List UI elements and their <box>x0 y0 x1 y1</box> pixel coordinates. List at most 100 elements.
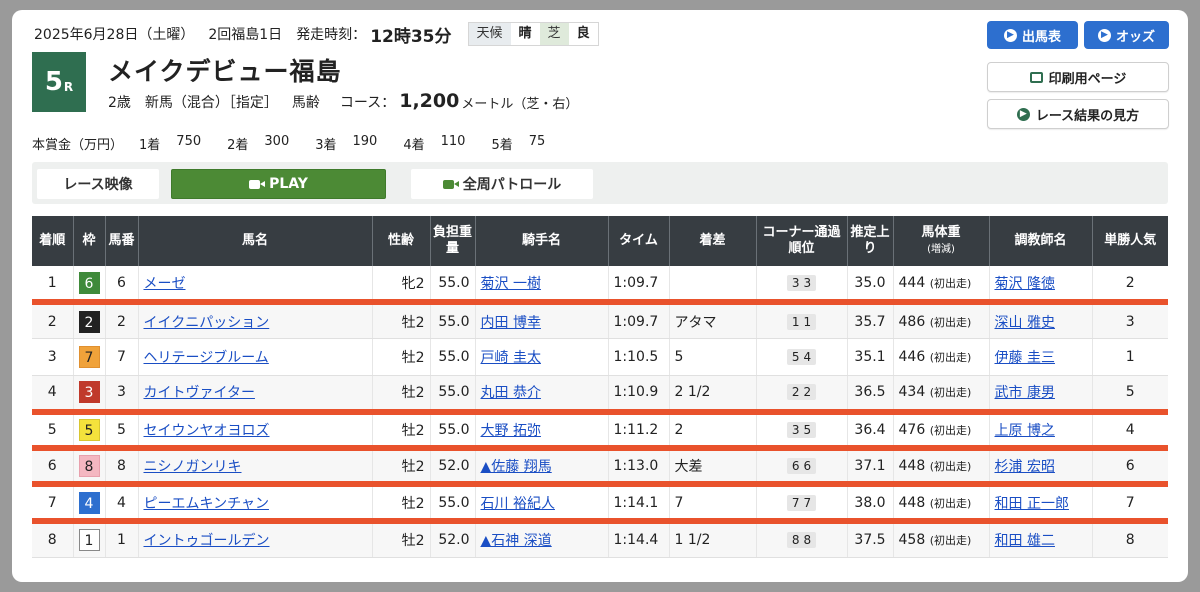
trainer-link[interactable]: 伊藤 圭三 <box>995 350 1055 366</box>
horse-name-link[interactable]: メーゼ <box>144 276 186 292</box>
corner-positions: 11 <box>786 313 817 330</box>
jockey-link[interactable]: 菊沢 一樹 <box>481 276 541 292</box>
body-weight: 446 <box>898 348 926 365</box>
play-label: PLAY <box>269 176 308 192</box>
waku-cell: 7 <box>73 338 106 376</box>
popularity: 1 <box>1092 338 1168 376</box>
weight-carried: 55.0 <box>430 484 476 524</box>
weight-carried: 52.0 <box>430 520 476 558</box>
play-button[interactable]: PLAY <box>171 169 386 199</box>
horse-name-link[interactable]: ピーエムキンチャン <box>144 496 269 512</box>
col-last3f: 推定上り <box>847 216 894 266</box>
col-jockey: 騎手名 <box>475 216 609 266</box>
jockey-cell: 大野 拓弥 <box>475 411 609 451</box>
col-horse-name: 馬名 <box>138 216 373 266</box>
sex-age: 牝2 <box>372 266 431 306</box>
rank: 1 <box>32 266 74 306</box>
body-weight-cell: 448 (初出走) <box>893 447 990 488</box>
patrol-video-button[interactable]: 全周パトロール <box>411 169 593 199</box>
body-weight-note: (初出走) <box>929 315 972 329</box>
horse-name-cell: メーゼ <box>138 266 373 306</box>
jockey-link[interactable]: 石川 裕紀人 <box>481 496 555 512</box>
result-guide-button[interactable]: ▶ レース結果の見方 <box>987 99 1169 129</box>
table-row: 4 3 3 カイトヴァイター 牡2 55.0 丸田 恭介 1:10.9 2 1/2 2 2 36.5 4… <box>32 375 1168 415</box>
horse-name-link[interactable]: ヘリテージブルーム <box>144 350 269 366</box>
race-age: 2歳 <box>108 95 131 111</box>
trainer-link[interactable]: 和田 雄二 <box>995 533 1055 549</box>
horse-name-cell: ピーエムキンチャン <box>138 484 373 524</box>
corner-pos-1: 1 <box>791 314 800 329</box>
jockey-link[interactable]: ▲石神 深道 <box>481 533 552 549</box>
odds-button-label: オッズ <box>1115 29 1155 45</box>
waku-cell: 6 <box>73 266 106 306</box>
trainer-link[interactable]: 深山 雅史 <box>995 315 1055 331</box>
table-row: 2 2 2 イイクニパッション 牡2 55.0 内田 博幸 1:09.7 アタマ 1 1 35.7 48… <box>32 302 1168 340</box>
horse-name-link[interactable]: イントゥゴールデン <box>144 533 270 549</box>
trainer-link[interactable]: 上原 博之 <box>995 423 1055 439</box>
jockey-link[interactable]: 大野 拓弥 <box>481 423 541 439</box>
last-3f: 38.0 <box>847 484 894 524</box>
sex-age: 牡2 <box>372 338 431 376</box>
race-conditions: 2歳 新馬（混合）［指定］ 馬齢 コース： 1,200 メートル（芝・右） <box>108 90 578 112</box>
finish-time: 1:09.7 <box>608 266 670 306</box>
print-page-button[interactable]: 印刷用ページ <box>987 62 1169 92</box>
horse-name-link[interactable]: ニシノガンリキ <box>144 459 242 475</box>
trainer-link[interactable]: 和田 正一郎 <box>995 496 1069 512</box>
horse-name-link[interactable]: セイウンヤオヨロズ <box>144 423 270 439</box>
corner-pos-1: 5 <box>791 349 800 364</box>
track-condition: 良 <box>568 23 598 45</box>
entries-button[interactable]: ▶ 出馬表 <box>987 21 1078 49</box>
finish-time: 1:10.9 <box>608 375 670 415</box>
waku-badge: 6 <box>78 271 100 294</box>
patrol-label: 全周パトロール <box>462 177 562 193</box>
waku-cell: 2 <box>73 302 106 340</box>
prize-money: 本賞金（万円） 1着 750 2着 300 3着 190 4着 110 5着 7… <box>32 134 571 153</box>
margin <box>669 266 757 306</box>
jockey-link[interactable]: 内田 博幸 <box>481 315 541 331</box>
weight-carried: 55.0 <box>430 375 476 415</box>
horse-name-cell: イントゥゴールデン <box>138 520 373 558</box>
waku-cell: 1 <box>73 520 106 558</box>
body-weight-cell: 446 (初出走) <box>893 338 990 376</box>
race-date: 2025年6月28日（土曜） <box>34 27 195 43</box>
jockey-link[interactable]: ▲佐藤 翔馬 <box>481 459 552 475</box>
corner-positions: 54 <box>786 348 817 365</box>
jockey-link[interactable]: 戸崎 圭太 <box>481 350 541 366</box>
corner-cell: 77 <box>756 484 848 524</box>
race-class: 新馬（混合）［指定］ <box>144 95 278 111</box>
horse-number: 4 <box>105 484 139 524</box>
col-time: タイム <box>608 216 670 266</box>
corner-cell: 54 <box>756 338 848 376</box>
race-video-button[interactable]: レース映像 <box>37 169 159 199</box>
rank: 3 <box>32 338 74 376</box>
sex-age: 牡2 <box>372 375 431 415</box>
corner-pos-1: 3 <box>791 422 800 437</box>
jockey-link[interactable]: 丸田 恭介 <box>481 385 541 401</box>
trainer-link[interactable]: 武市 康男 <box>995 385 1055 401</box>
corner-cell: 88 <box>756 520 848 558</box>
horse-name-cell: カイトヴァイター <box>138 375 373 415</box>
print-button-label: 印刷用ページ <box>1048 71 1127 87</box>
col-popularity: 単勝人気 <box>1092 216 1168 266</box>
rank: 7 <box>32 484 74 524</box>
prize-place-2: 2着 <box>227 138 249 153</box>
waku-badge: 5 <box>78 418 100 441</box>
video-camera-icon <box>249 179 266 189</box>
race-result-panel: 2025年6月28日（土曜） 2回福島1日 発走時刻： 12時35分 天候 晴 … <box>12 10 1188 582</box>
post-time: 12時35分 <box>370 26 452 47</box>
body-weight: 434 <box>898 384 926 401</box>
popularity: 8 <box>1092 520 1168 558</box>
corner-positions: 33 <box>786 274 817 291</box>
popularity: 2 <box>1092 266 1168 306</box>
trainer-link[interactable]: 菊沢 隆徳 <box>995 276 1055 292</box>
prize-amount-3: 190 <box>352 134 378 149</box>
corner-positions: 77 <box>786 494 817 511</box>
trainer-link[interactable]: 杉浦 宏昭 <box>995 459 1055 475</box>
corner-cell: 33 <box>756 266 848 306</box>
margin: 大差 <box>669 447 757 488</box>
horse-name-link[interactable]: カイトヴァイター <box>144 385 255 401</box>
waku-badge: 7 <box>78 345 100 368</box>
table-row: 5 5 5 セイウンヤオヨロズ 牡2 55.0 大野 拓弥 1:11.2 2 3 5 36.4 476 … <box>32 411 1168 451</box>
horse-name-link[interactable]: イイクニパッション <box>144 315 270 331</box>
odds-button[interactable]: ▶ オッズ <box>1084 21 1169 49</box>
